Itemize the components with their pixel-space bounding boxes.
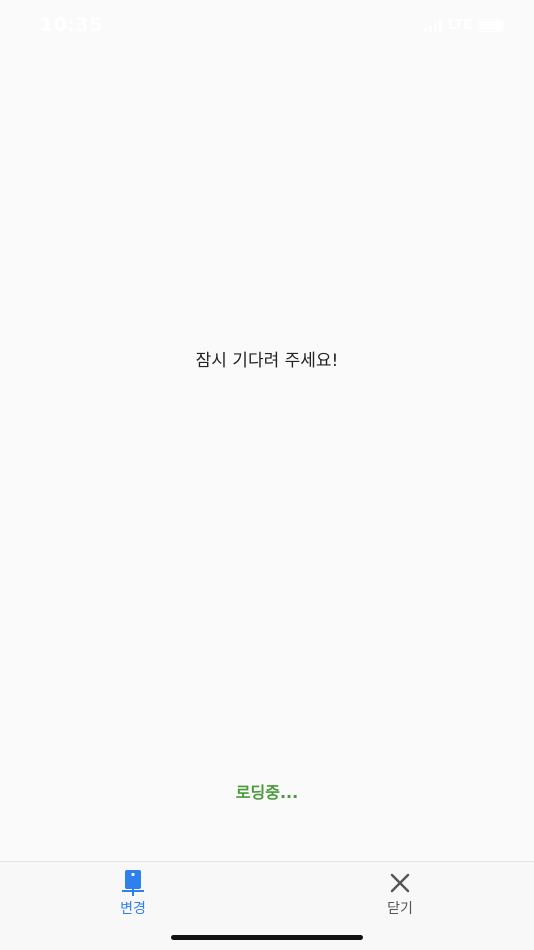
home-indicator[interactable]: [171, 935, 363, 940]
tab-close-label: 닫기: [387, 901, 413, 917]
tab-change[interactable]: 변경: [93, 870, 173, 918]
wait-message: 잠시 기다려 주세요!: [195, 351, 339, 371]
signal-icon: [424, 19, 443, 32]
app-screen: 10:35 LTE 잠시 기다려 주세요! 로딩중... 변경 닫기: [0, 0, 534, 950]
status-bar: 10:35 LTE: [0, 0, 534, 52]
tab-close[interactable]: 닫기: [360, 870, 440, 918]
tab-change-label: 변경: [120, 901, 146, 917]
network-label: LTE: [448, 18, 472, 33]
battery-icon: [478, 19, 504, 32]
close-icon: [388, 870, 412, 896]
status-indicators: LTE: [424, 18, 504, 33]
phone-swap-icon: [121, 870, 145, 896]
status-time: 10:35: [40, 14, 103, 36]
loading-text: 로딩중...: [235, 783, 299, 802]
